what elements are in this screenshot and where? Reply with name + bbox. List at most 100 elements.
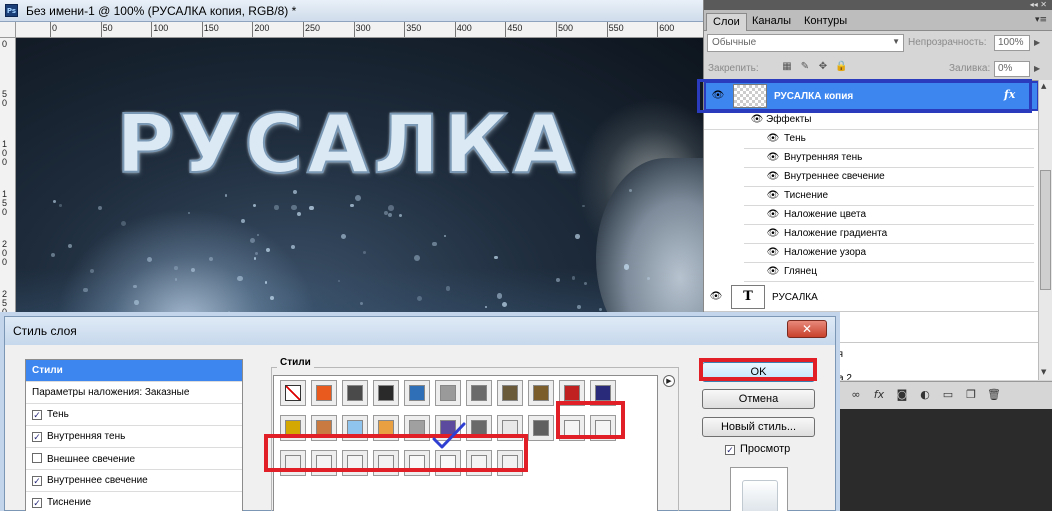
style-swatch[interactable] bbox=[373, 450, 399, 476]
visibility-eye-icon[interactable]: 👁 bbox=[711, 91, 725, 101]
style-swatch[interactable] bbox=[404, 415, 430, 441]
style-swatch[interactable] bbox=[590, 415, 616, 441]
effect-row[interactable]: 👁 Наложение цвета bbox=[744, 206, 1034, 225]
effect-row[interactable]: 👁 Внутреннее свечение bbox=[744, 168, 1034, 187]
panel-menu-icon[interactable]: ▾≡ bbox=[1035, 15, 1047, 25]
effect-eye-icon[interactable]: 👁 bbox=[766, 191, 780, 201]
new-group-icon[interactable]: ▭ bbox=[941, 388, 955, 402]
effect-eye-icon[interactable]: 👁 bbox=[766, 134, 780, 144]
adjustment-layer-icon[interactable]: ◐ bbox=[918, 388, 932, 402]
style-swatch[interactable] bbox=[373, 380, 399, 406]
style-category-item[interactable]: Внешнее свечение bbox=[26, 448, 242, 470]
style-swatch[interactable] bbox=[280, 450, 306, 476]
style-swatch[interactable] bbox=[280, 380, 306, 406]
preview-checkbox[interactable]: ✓ bbox=[725, 445, 735, 455]
delete-layer-icon[interactable]: 🗑 bbox=[987, 388, 1001, 402]
lock-transparency-icon[interactable]: ▦ bbox=[781, 61, 793, 73]
layers-scrollbar[interactable]: ▲ ▼ bbox=[1038, 80, 1052, 380]
styles-menu-icon[interactable]: ▶ bbox=[663, 375, 675, 387]
style-category-checkbox[interactable]: ✓ bbox=[32, 432, 42, 442]
opacity-dropdown-icon[interactable]: ▶ bbox=[1034, 38, 1040, 47]
effect-row[interactable]: 👁 Наложение узора bbox=[744, 244, 1034, 263]
preview-checkbox-row[interactable]: ✓ Просмотр bbox=[725, 443, 790, 455]
lock-brush-icon[interactable]: ✎ bbox=[799, 61, 811, 73]
style-swatch[interactable] bbox=[435, 380, 461, 406]
lock-all-icon[interactable]: 🔒 bbox=[835, 61, 847, 73]
effects-header-row[interactable]: 👁 Эффекты bbox=[704, 111, 1039, 130]
effect-eye-icon[interactable]: 👁 bbox=[766, 172, 780, 182]
style-swatch[interactable] bbox=[342, 415, 368, 441]
lock-move-icon[interactable]: ✥ bbox=[817, 61, 829, 73]
style-swatch[interactable] bbox=[311, 380, 337, 406]
style-swatch[interactable] bbox=[559, 380, 585, 406]
effect-row[interactable]: 👁 Тиснение bbox=[744, 187, 1034, 206]
style-swatch[interactable] bbox=[280, 415, 306, 441]
style-swatch[interactable] bbox=[311, 415, 337, 441]
style-swatch[interactable] bbox=[528, 380, 554, 406]
close-icon[interactable]: ✕ bbox=[787, 320, 827, 338]
style-swatch[interactable] bbox=[342, 380, 368, 406]
add-style-icon[interactable]: fx bbox=[872, 388, 886, 402]
dialog-title-bar[interactable]: Стиль слоя ✕ bbox=[5, 317, 835, 345]
effect-eye-icon[interactable]: 👁 bbox=[766, 153, 780, 163]
style-swatch[interactable] bbox=[528, 415, 554, 441]
fill-input[interactable]: 0% bbox=[994, 61, 1030, 77]
document-title-bar[interactable]: Ps Без имени-1 @ 100% (РУСАЛКА копия, RG… bbox=[0, 0, 703, 22]
layer-row-rusalka-copy[interactable]: 👁 РУСАЛКА копия fx bbox=[704, 81, 1039, 111]
style-category-checkbox[interactable]: ✓ bbox=[32, 498, 42, 508]
style-category-item[interactable]: Стили bbox=[26, 360, 242, 382]
visibility-eye-icon[interactable]: 👁 bbox=[709, 292, 723, 302]
effect-eye-icon[interactable]: 👁 bbox=[766, 267, 780, 277]
style-swatch[interactable] bbox=[497, 450, 523, 476]
layer-row-rusalka[interactable]: 👁 T РУСАЛКА bbox=[704, 282, 1039, 312]
style-swatch[interactable] bbox=[559, 415, 585, 441]
ok-button[interactable]: OK bbox=[702, 362, 815, 382]
add-mask-icon[interactable]: ◙ bbox=[895, 388, 909, 402]
style-swatch[interactable] bbox=[466, 380, 492, 406]
link-layers-icon[interactable]: ∞ bbox=[849, 388, 863, 402]
ruler-corner[interactable] bbox=[0, 22, 16, 38]
effect-row[interactable]: 👁 Тень bbox=[744, 130, 1034, 149]
style-category-checkbox[interactable]: ✓ bbox=[32, 410, 42, 420]
scroll-up-icon[interactable]: ▲ bbox=[1041, 82, 1046, 90]
style-category-item[interactable]: ✓ Тиснение bbox=[26, 492, 242, 511]
style-swatch[interactable] bbox=[497, 380, 523, 406]
style-swatch[interactable] bbox=[311, 450, 337, 476]
style-swatch[interactable] bbox=[342, 450, 368, 476]
panel-header-strip[interactable]: ◂◂ ✕ bbox=[704, 0, 1052, 10]
style-swatch[interactable] bbox=[497, 415, 523, 441]
style-category-item[interactable]: Параметры наложения: Заказные bbox=[26, 382, 242, 404]
style-swatch[interactable] bbox=[435, 450, 461, 476]
style-swatch[interactable] bbox=[590, 380, 616, 406]
style-category-item[interactable]: ✓ Внутреннее свечение bbox=[26, 470, 242, 492]
tab-layers[interactable]: Слои bbox=[706, 13, 747, 31]
new-layer-icon[interactable]: ❐ bbox=[964, 388, 978, 402]
tab-paths[interactable]: Контуры bbox=[798, 13, 853, 31]
blend-mode-select[interactable]: Обычные ▼ bbox=[707, 34, 904, 52]
scrollbar-thumb[interactable] bbox=[1040, 170, 1051, 290]
style-swatch[interactable] bbox=[404, 450, 430, 476]
effect-row[interactable]: 👁 Глянец bbox=[744, 263, 1034, 282]
scroll-down-icon[interactable]: ▼ bbox=[1041, 368, 1046, 376]
effects-eye-icon[interactable]: 👁 bbox=[750, 115, 764, 125]
opacity-input[interactable]: 100% bbox=[994, 35, 1030, 51]
tab-channels[interactable]: Каналы bbox=[746, 13, 797, 31]
fx-icon[interactable]: fx bbox=[1004, 88, 1015, 101]
effect-eye-icon[interactable]: 👁 bbox=[766, 210, 780, 220]
horizontal-ruler[interactable]: 050100150200250300350400450500550600650 bbox=[16, 22, 725, 38]
fill-dropdown-icon[interactable]: ▶ bbox=[1034, 64, 1040, 73]
style-category-item[interactable]: ✓ Тень bbox=[26, 404, 242, 426]
style-swatch[interactable] bbox=[466, 415, 492, 441]
cancel-button[interactable]: Отмена bbox=[702, 389, 815, 409]
style-category-item[interactable]: ✓ Внутренняя тень bbox=[26, 426, 242, 448]
panel-collapse-icon[interactable]: ◂◂ ✕ bbox=[1030, 0, 1047, 9]
new-style-button[interactable]: Новый стиль... bbox=[702, 417, 815, 437]
style-swatch[interactable] bbox=[373, 415, 399, 441]
effect-eye-icon[interactable]: 👁 bbox=[766, 248, 780, 258]
effect-eye-icon[interactable]: 👁 bbox=[766, 229, 780, 239]
effect-row[interactable]: 👁 Внутренняя тень bbox=[744, 149, 1034, 168]
style-category-checkbox[interactable]: ✓ bbox=[32, 476, 42, 486]
style-category-checkbox[interactable] bbox=[32, 453, 42, 463]
effect-row[interactable]: 👁 Наложение градиента bbox=[744, 225, 1034, 244]
style-swatch[interactable] bbox=[466, 450, 492, 476]
